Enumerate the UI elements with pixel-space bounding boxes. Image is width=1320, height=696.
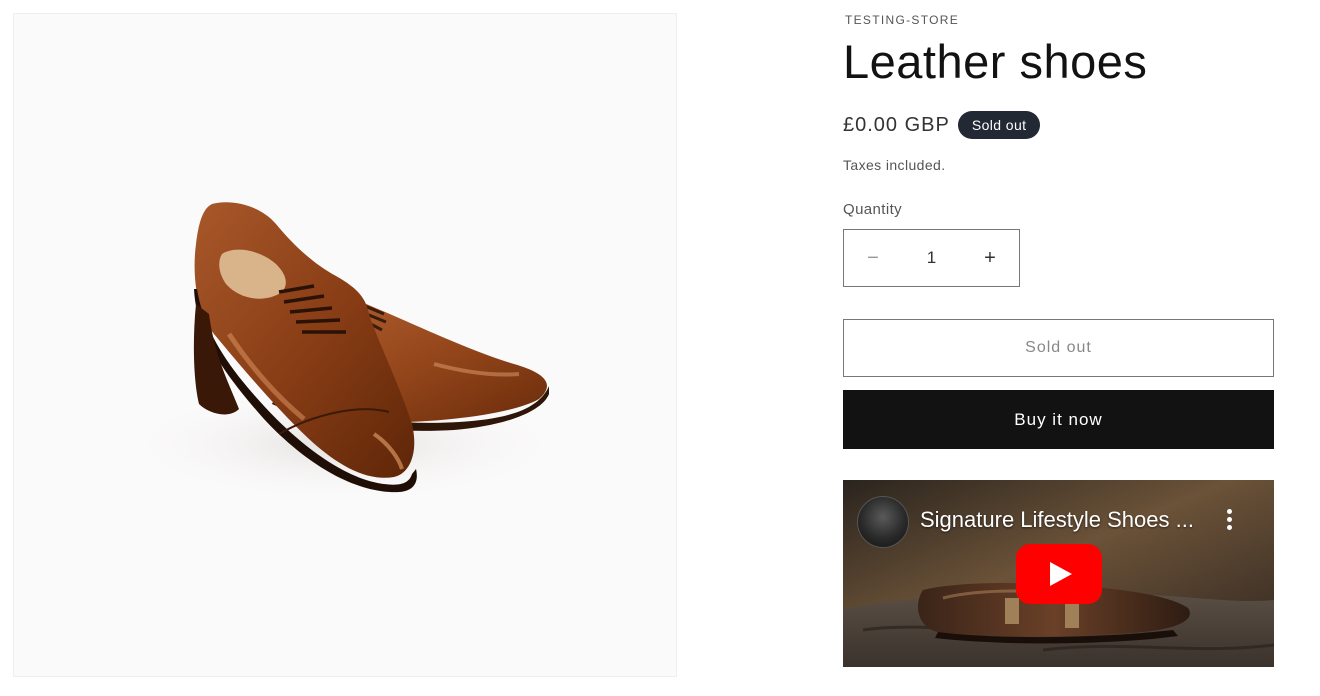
product-page: TESTING-STORE Leather shoes £0.00 GBP So… bbox=[0, 0, 1320, 696]
sold-out-button[interactable]: Sold out bbox=[843, 319, 1274, 377]
vendor-name: TESTING-STORE bbox=[845, 13, 960, 27]
more-vertical-icon[interactable] bbox=[1223, 509, 1235, 533]
increase-quantity-button[interactable]: + bbox=[961, 230, 1019, 286]
quantity-stepper: − 1 + bbox=[843, 229, 1020, 287]
product-title: Leather shoes bbox=[843, 35, 1148, 88]
taxes-note: Taxes included. bbox=[843, 157, 946, 173]
leather-shoes-image bbox=[114, 202, 574, 504]
buy-it-now-button[interactable]: Buy it now bbox=[843, 390, 1274, 449]
quantity-label: Quantity bbox=[843, 201, 903, 218]
product-media[interactable] bbox=[13, 13, 677, 677]
quantity-input[interactable]: 1 bbox=[902, 248, 961, 268]
product-price: £0.00 GBP bbox=[843, 113, 950, 136]
price-row: £0.00 GBP Sold out bbox=[843, 111, 1041, 139]
channel-avatar[interactable] bbox=[857, 496, 909, 548]
video-title[interactable]: Signature Lifestyle Shoes ... bbox=[920, 507, 1194, 533]
youtube-video-embed[interactable]: Signature Lifestyle Shoes ... bbox=[843, 480, 1274, 667]
sold-out-badge: Sold out bbox=[957, 111, 1041, 139]
decrease-quantity-button[interactable]: − bbox=[844, 230, 902, 286]
youtube-play-icon[interactable] bbox=[1016, 544, 1102, 604]
